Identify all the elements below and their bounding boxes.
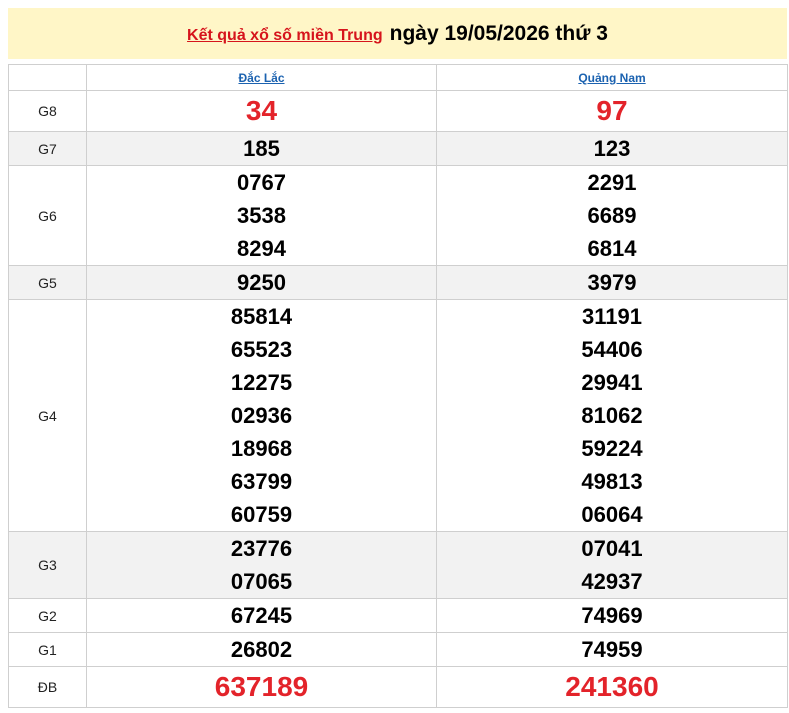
prize-row-g1: G1 26802 74959 — [8, 632, 788, 667]
prize-cell: 26802 — [86, 632, 437, 667]
winning-number: 123 — [593, 136, 631, 161]
results-table: Đắc Lắc Quảng Nam G8 34 97 G7 185 123 G6 0767 35… — [8, 64, 788, 708]
winning-number: 06064 — [581, 502, 643, 527]
draw-date-title: ngày 19/05/2026 thứ 3 — [389, 22, 608, 45]
winning-number: 49813 — [581, 469, 643, 494]
winning-number: 74969 — [581, 603, 643, 628]
prize-label: G2 — [8, 598, 87, 633]
winning-number: 3979 — [587, 270, 637, 295]
prize-label: G5 — [8, 265, 87, 300]
prize-cell: 2291 6689 6814 — [436, 165, 788, 266]
province-link[interactable]: Quảng Nam — [578, 71, 645, 85]
winning-number: 54406 — [581, 337, 643, 362]
prize-cell: 31191 54406 29941 81062 59224 49813 06064 — [436, 299, 788, 532]
winning-number: 0767 — [237, 170, 286, 195]
winning-number: 29941 — [581, 370, 643, 395]
prize-row-g2: G2 67245 74969 — [8, 598, 788, 633]
prize-label: G4 — [8, 299, 87, 532]
prize-cell: 23776 07065 — [86, 531, 437, 599]
winning-number: 02936 — [230, 403, 293, 428]
winning-number: 85814 — [230, 304, 293, 329]
prize-cell: 185 — [86, 131, 437, 166]
winning-number: 185 — [243, 136, 280, 161]
winning-number: 6814 — [587, 236, 637, 261]
prize-cell: 74959 — [436, 632, 788, 667]
prize-cell: 97 — [436, 90, 788, 132]
prize-row-g3: G3 23776 07065 07041 42937 — [8, 531, 788, 599]
region-results-link[interactable]: Kết quả xổ số miền Trung — [187, 27, 383, 44]
winning-number: 2291 — [587, 170, 637, 195]
prize-cell: 3979 — [436, 265, 788, 300]
prize-cell: 637189 — [86, 666, 437, 708]
winning-number: 18968 — [230, 436, 293, 461]
prize-cell: 241360 — [436, 666, 788, 708]
winning-number: 60759 — [230, 502, 293, 527]
prize-label: G6 — [8, 165, 87, 266]
winning-number: 34 — [245, 95, 278, 126]
winning-number: 31191 — [582, 304, 642, 329]
prize-cell: 9250 — [86, 265, 437, 300]
winning-number: 6689 — [587, 203, 637, 228]
province-header-cell: Đắc Lắc — [86, 64, 437, 91]
winning-number: 67245 — [230, 603, 293, 628]
winning-number: 9250 — [237, 270, 286, 295]
prize-row-đb: ĐB 637189 241360 — [8, 666, 788, 708]
prize-label: G7 — [8, 131, 87, 166]
prize-header-cell — [8, 64, 87, 91]
winning-number: 241360 — [565, 671, 659, 702]
province-header-row: Đắc Lắc Quảng Nam — [8, 64, 788, 91]
page: Kết quả xổ số miền Trung ngày 19/05/2026 … — [0, 0, 789, 713]
winning-number: 8294 — [237, 236, 286, 261]
winning-number: 97 — [596, 95, 628, 126]
winning-number: 637189 — [214, 671, 309, 702]
prize-row-g4: G4 85814 65523 12275 02936 18968 63799 60759 311… — [8, 299, 788, 532]
prize-cell: 34 — [86, 90, 437, 132]
prize-label: G8 — [8, 90, 87, 132]
winning-number: 59224 — [581, 436, 643, 461]
winning-number: 07065 — [230, 569, 293, 594]
prize-row-g5: G5 9250 3979 — [8, 265, 788, 300]
prize-cell: 74969 — [436, 598, 788, 633]
prize-label: G3 — [8, 531, 87, 599]
winning-number: 3538 — [237, 203, 286, 228]
prize-cell: 67245 — [86, 598, 437, 633]
prize-row-g7: G7 185 123 — [8, 131, 788, 166]
prize-cell: 0767 3538 8294 — [86, 165, 437, 266]
prize-cell: 123 — [436, 131, 788, 166]
province-link[interactable]: Đắc Lắc — [238, 71, 284, 85]
winning-number: 23776 — [230, 536, 293, 561]
province-header-cell: Quảng Nam — [436, 64, 788, 91]
winning-number: 65523 — [230, 337, 293, 362]
prize-row-g6: G6 0767 3538 8294 2291 6689 6814 — [8, 165, 788, 266]
winning-number: 26802 — [230, 637, 293, 662]
winning-number: 81062 — [581, 403, 643, 428]
prize-label: G1 — [8, 632, 87, 667]
prize-cell: 85814 65523 12275 02936 18968 63799 60759 — [86, 299, 437, 532]
prize-row-g8: G8 34 97 — [8, 90, 788, 132]
prize-rows: G8 34 97 G7 185 123 G6 0767 3538 8294 2291 6689 6814… — [8, 90, 788, 708]
winning-number: 74959 — [581, 637, 643, 662]
results-header: Kết quả xổ số miền Trung ngày 19/05/2026 … — [8, 8, 787, 59]
winning-number: 63799 — [230, 469, 293, 494]
prize-cell: 07041 42937 — [436, 531, 788, 599]
winning-number: 42937 — [581, 569, 643, 594]
winning-number: 12275 — [230, 370, 293, 395]
winning-number: 07041 — [581, 536, 643, 561]
prize-label: ĐB — [8, 666, 87, 708]
